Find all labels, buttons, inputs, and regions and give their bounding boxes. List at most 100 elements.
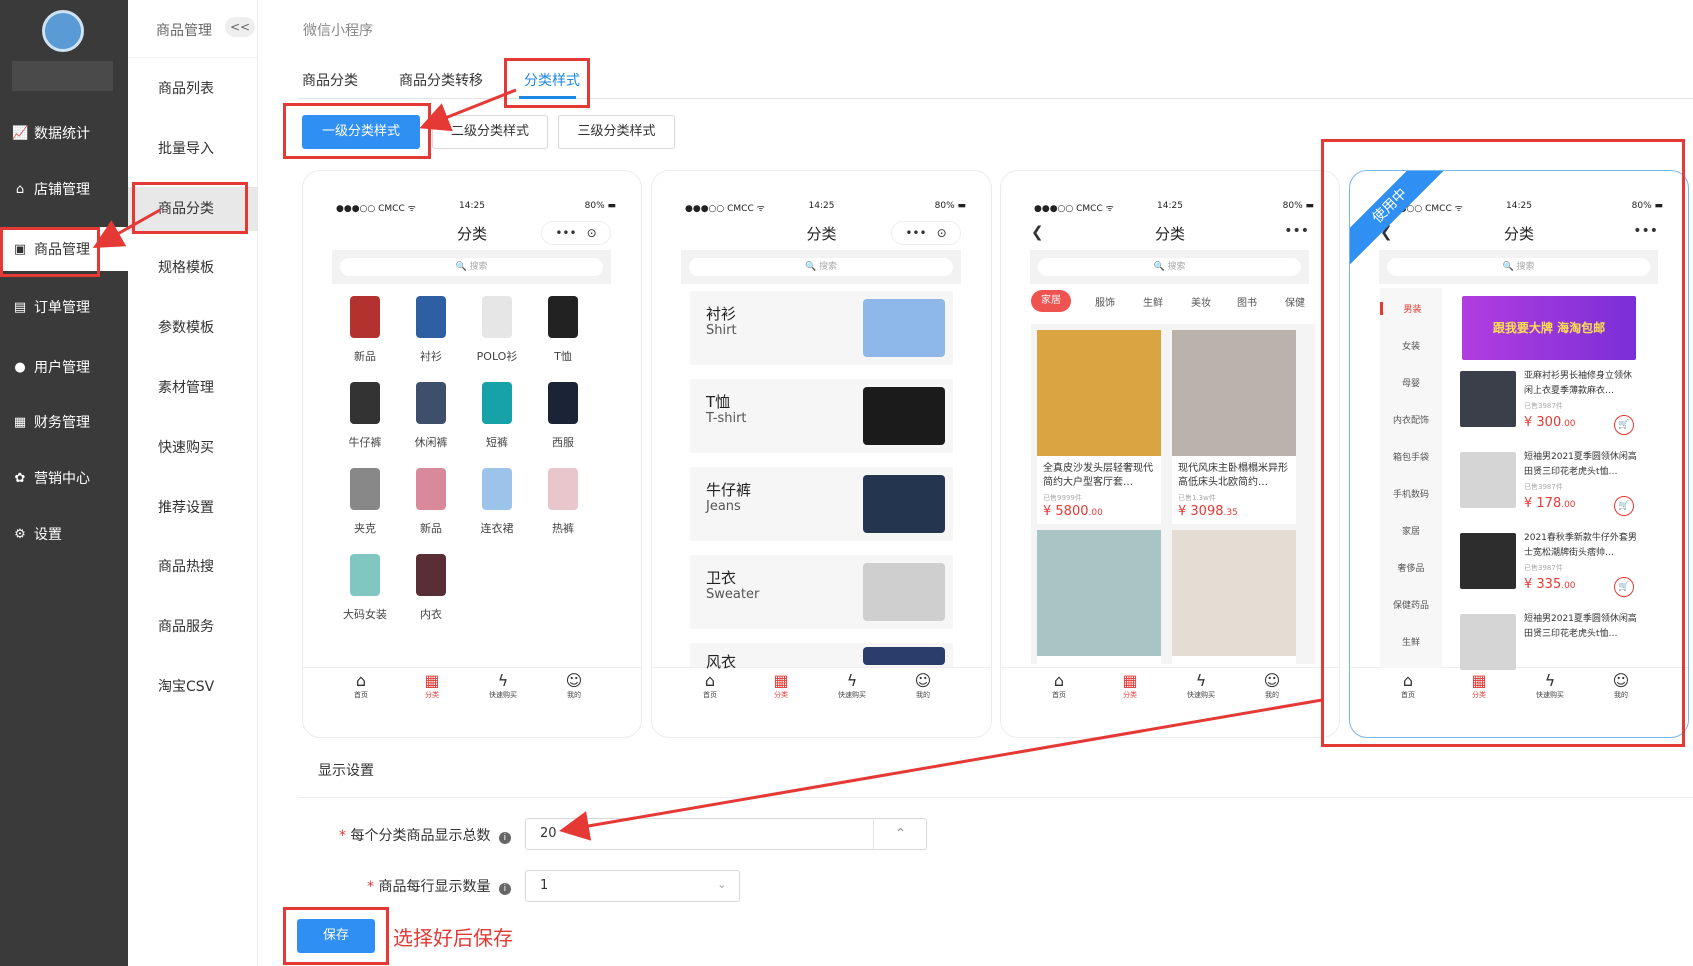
category-tab[interactable]: 家居 (1031, 290, 1071, 312)
product-card[interactable]: 全真皮沙发头层轻奢现代简约大户型客厅套… 已售9999件 ¥ 5800.00 (1037, 330, 1161, 524)
tabbar-item-2[interactable]: ϟ 快速购买 (827, 672, 877, 700)
tabbar-item-0[interactable]: ⌂ 首页 (685, 672, 735, 700)
category-cell[interactable]: T恤 (530, 296, 596, 382)
product-price: ¥ 3098.35 (1178, 504, 1238, 519)
category-cell[interactable]: 休闲裤 (398, 382, 464, 468)
category-row[interactable]: 风衣 (690, 643, 953, 671)
tab-category-transfer[interactable]: 商品分类转移 (399, 70, 483, 90)
category-tab[interactable]: 保健 (1285, 294, 1305, 309)
style-level3-button[interactable]: 三级分类样式 (558, 115, 675, 149)
nav-item-1[interactable]: ⌂ 店铺管理 (0, 167, 128, 211)
per-row-select[interactable]: 1 ⌄ (525, 870, 740, 902)
nav-item-7[interactable]: ⚙ 设置 (0, 512, 128, 556)
tabbar-item-0[interactable]: ⌂ 首页 (1034, 672, 1084, 700)
category-row[interactable]: 衬衫 Shirt (690, 291, 953, 365)
store-logo[interactable] (42, 10, 84, 52)
style-preview-card-1[interactable]: ●●●○○ CMCC ᯤ 14:25 80% ▬ 分类 ••• ⊙ 🔍 搜索 ⌂ 首页 ▦ 分类 ϟ 快… (302, 170, 642, 738)
tabbar-item-1[interactable]: ▦ 分类 (407, 672, 457, 700)
category-tab[interactable]: 服饰 (1095, 294, 1115, 309)
info-icon[interactable]: i (498, 883, 511, 895)
tabbar-item-3[interactable]: ☺ 我的 (1247, 672, 1297, 700)
submenu-item-8[interactable]: 商品热搜 (128, 545, 258, 589)
search-input[interactable]: 🔍 搜索 (340, 258, 603, 276)
style-preview-card-3[interactable]: ●●●○○ CMCC ᯤ 14:25 80% ▬ 分类 ❮ ••• 🔍 搜索 ⌂ 首页 ▦ 分类 ϟ 快… (1000, 170, 1340, 738)
product-card[interactable]: 现代风床主卧榻榻米异形高低床头北欧简约… 已售1.3w件 ¥ 3098.35 (1172, 330, 1296, 524)
submenu-item-6[interactable]: 快速购买 (128, 426, 258, 470)
tabbar-label: 分类 (1123, 691, 1137, 699)
category-label: 新品 (354, 350, 376, 363)
phone-status-bar: ●●●○○ CMCC ᯤ 14:25 80% ▬ (303, 201, 641, 215)
category-cell[interactable]: 衬衫 (398, 296, 464, 382)
submenu-item-5[interactable]: 素材管理 (128, 366, 258, 410)
capsule-menu[interactable]: ••• ⊙ (891, 221, 961, 245)
nav-item-label: 财务管理 (34, 415, 90, 431)
target-icon[interactable]: ⊙ (587, 226, 597, 240)
tabbar-item-2[interactable]: ϟ 快速购买 (478, 672, 528, 700)
more-icon[interactable]: ••• (555, 226, 576, 240)
product-card[interactable] (1037, 530, 1161, 664)
category-cell[interactable]: 热裤 (530, 468, 596, 554)
tabbar-item-3[interactable]: ☺ 我的 (549, 672, 599, 700)
category-cell[interactable]: 夹克 (332, 468, 398, 554)
category-label: T恤 (554, 350, 572, 363)
submenu-item-1[interactable]: 批量导入 (128, 127, 258, 171)
category-cell[interactable]: POLO衫 (464, 296, 530, 382)
category-cell[interactable]: 连衣裙 (464, 468, 530, 554)
category-cell[interactable]: 新品 (332, 296, 398, 382)
category-cell[interactable]: 大码女装 (332, 554, 398, 640)
tabbar-item-1[interactable]: ▦ 分类 (1105, 672, 1155, 700)
tabbar-label: 快速购买 (489, 691, 517, 699)
submenu-item-3[interactable]: 规格模板 (128, 246, 258, 290)
tabbar-label: 我的 (916, 691, 930, 699)
category-cell[interactable]: 新品 (398, 468, 464, 554)
category-row[interactable]: T恤 T-shirt (690, 379, 953, 453)
search-input[interactable]: 🔍 搜索 (1038, 258, 1301, 276)
target-icon[interactable]: ⊙ (937, 226, 947, 240)
product-card[interactable] (1172, 530, 1296, 664)
nav-item-4[interactable]: ● 用户管理 (0, 345, 128, 389)
back-icon[interactable]: ❮ (1031, 223, 1044, 241)
submenu-item-0[interactable]: 商品列表 (128, 67, 258, 111)
nav-item-3[interactable]: ▤ 订单管理 (0, 285, 128, 329)
submenu-item-9[interactable]: 商品服务 (128, 605, 258, 649)
category-cn-label: 风衣 (706, 653, 737, 671)
product-image (1172, 330, 1296, 456)
nav-item-5[interactable]: ▦ 财务管理 (0, 400, 128, 444)
category-row[interactable]: 卫衣 Sweater (690, 555, 953, 629)
tabbar-item-1[interactable]: ▦ 分类 (756, 672, 806, 700)
category-cn-label: T恤 (706, 393, 731, 411)
product-image (1037, 530, 1161, 656)
category-row[interactable]: 牛仔裤 Jeans (690, 467, 953, 541)
category-icon: ▦ (424, 671, 440, 690)
category-tab[interactable]: 生鲜 (1143, 294, 1163, 309)
stepper-up-icon[interactable]: ⌃ (873, 819, 927, 849)
total-count-input[interactable]: 20 ⌃ (525, 818, 927, 850)
more-icon[interactable]: ••• (1284, 223, 1309, 239)
submenu-item-4[interactable]: 参数模板 (128, 306, 258, 350)
product-title: 现代风床主卧榻榻米异形高低床头北欧简约… (1178, 463, 1288, 488)
category-cell[interactable]: 牛仔裤 (332, 382, 398, 468)
style-level2-button[interactable]: 二级分类样式 (432, 115, 548, 149)
category-image (863, 475, 945, 533)
tabbar-item-0[interactable]: ⌂ 首页 (336, 672, 386, 700)
more-icon[interactable]: ••• (905, 226, 926, 240)
category-cell[interactable]: 西服 (530, 382, 596, 468)
search-input[interactable]: 🔍 搜索 (689, 258, 953, 276)
category-tab[interactable]: 图书 (1237, 294, 1257, 309)
category-tab[interactable]: 美妆 (1191, 294, 1211, 309)
category-cell[interactable]: 内衣 (398, 554, 464, 640)
category-image (416, 468, 446, 510)
collapse-button[interactable]: << (225, 17, 255, 37)
nav-item-0[interactable]: 📈 数据统计 (0, 111, 128, 155)
capsule-menu[interactable]: ••• ⊙ (541, 221, 611, 245)
tabbar-item-3[interactable]: ☺ 我的 (898, 672, 948, 700)
tab-goods-category[interactable]: 商品分类 (302, 70, 358, 90)
submenu-item-7[interactable]: 推荐设置 (128, 486, 258, 530)
category-cell[interactable]: 短裤 (464, 382, 530, 468)
tabbar-item-2[interactable]: ϟ 快速购买 (1176, 672, 1226, 700)
info-icon[interactable]: i (498, 832, 511, 844)
submenu-item-10[interactable]: 淘宝CSV (128, 665, 258, 709)
style-preview-card-2[interactable]: ●●●○○ CMCC ᯤ 14:25 80% ▬ 分类 ••• ⊙ 🔍 搜索 ⌂ 首页 ▦ 分类 ϟ 快… (651, 170, 992, 738)
nav-item-6[interactable]: ✿ 营销中心 (0, 456, 128, 500)
category-en-label: Shirt (706, 323, 737, 338)
